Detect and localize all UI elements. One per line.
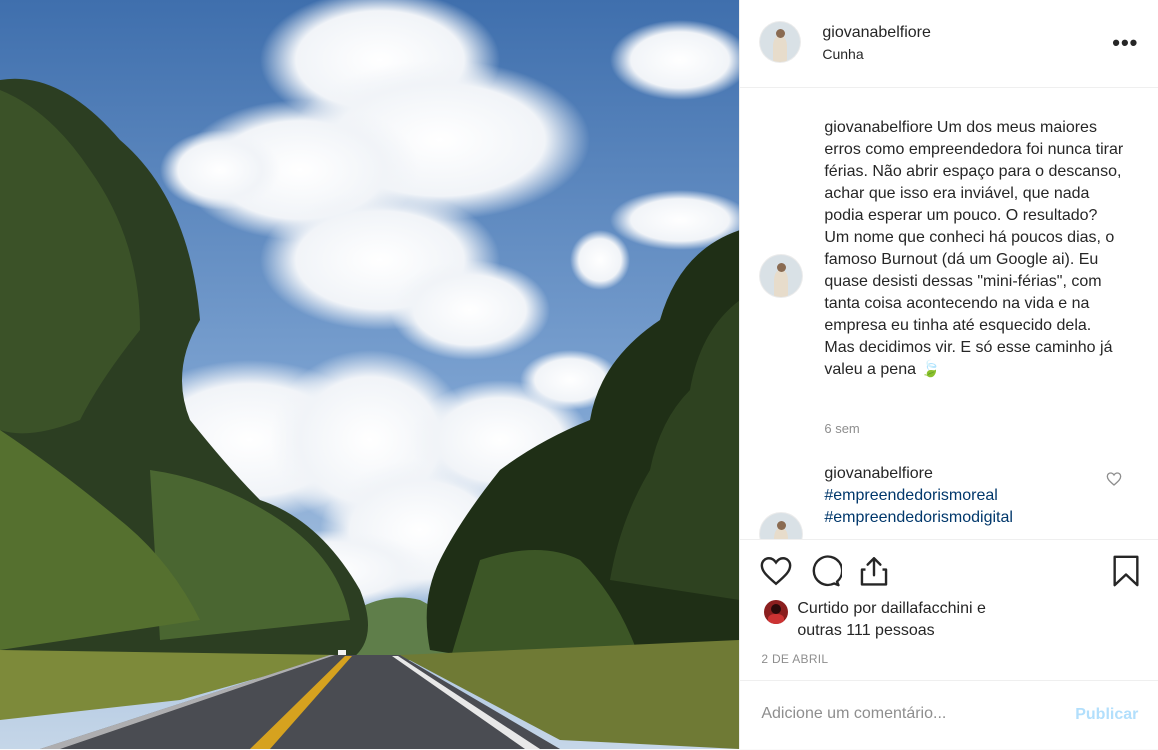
header-location[interactable]: Cunha (822, 46, 863, 62)
likes-conj: e (972, 600, 986, 617)
post-photo[interactable] (0, 0, 740, 749)
bookmark-icon[interactable] (1109, 554, 1143, 588)
comment-bubble-icon[interactable] (808, 554, 843, 588)
road-landscape-image (0, 0, 740, 749)
more-options-icon[interactable]: ••• (1112, 30, 1138, 56)
avatar[interactable] (760, 255, 803, 297)
likes-others-link[interactable]: outras 111 pessoas (797, 622, 934, 639)
avatar[interactable] (760, 22, 801, 62)
hashtag-link[interactable]: #empreendedorismodigital (824, 507, 1124, 529)
comment-input[interactable]: Adicione um comentário... (761, 705, 946, 723)
hashtag-link[interactable]: #empreendedorismoreal (824, 485, 1124, 507)
post-actions: Curtido por daillafacchini e outras 111 … (740, 539, 1158, 750)
liker-username[interactable]: daillafacchini (881, 600, 973, 617)
add-comment-bar: Adicione um comentário... Publicar (740, 680, 1158, 750)
caption: giovanabelfiore Um dos meus maiores erros… (824, 117, 1124, 381)
heart-icon[interactable] (759, 554, 793, 588)
post-modal: giovanabelfiore Cunha ••• giovanabelfior… (0, 0, 1158, 749)
post-header: giovanabelfiore Cunha ••• (740, 0, 1158, 88)
likes-text: Curtido por daillafacchini e outras 111 … (797, 598, 1117, 642)
post-date[interactable]: 2 DE ABRIL (761, 652, 828, 666)
comment-item: giovanabelfiore #empreendedorismoreal #e… (824, 463, 1124, 529)
header-username[interactable]: giovanabelfiore (822, 24, 931, 42)
caption-time[interactable]: 6 sem (824, 421, 859, 436)
comment-username[interactable]: giovanabelfiore (824, 463, 1120, 485)
likes-prefix: Curtido por (797, 600, 881, 617)
caption-username[interactable]: giovanabelfiore (824, 119, 933, 136)
post-sidebar: giovanabelfiore Cunha ••• giovanabelfior… (739, 0, 1158, 749)
caption-text: Um dos meus maiores erros como empreende… (824, 119, 1124, 378)
publish-button[interactable]: Publicar (1075, 706, 1138, 724)
share-icon[interactable] (857, 554, 891, 588)
avatar[interactable] (764, 600, 789, 624)
comments-list[interactable]: giovanabelfiore Um dos meus maiores erros… (740, 89, 1158, 539)
comment-like-heart-icon[interactable] (1106, 471, 1122, 487)
avatar[interactable] (760, 513, 803, 539)
